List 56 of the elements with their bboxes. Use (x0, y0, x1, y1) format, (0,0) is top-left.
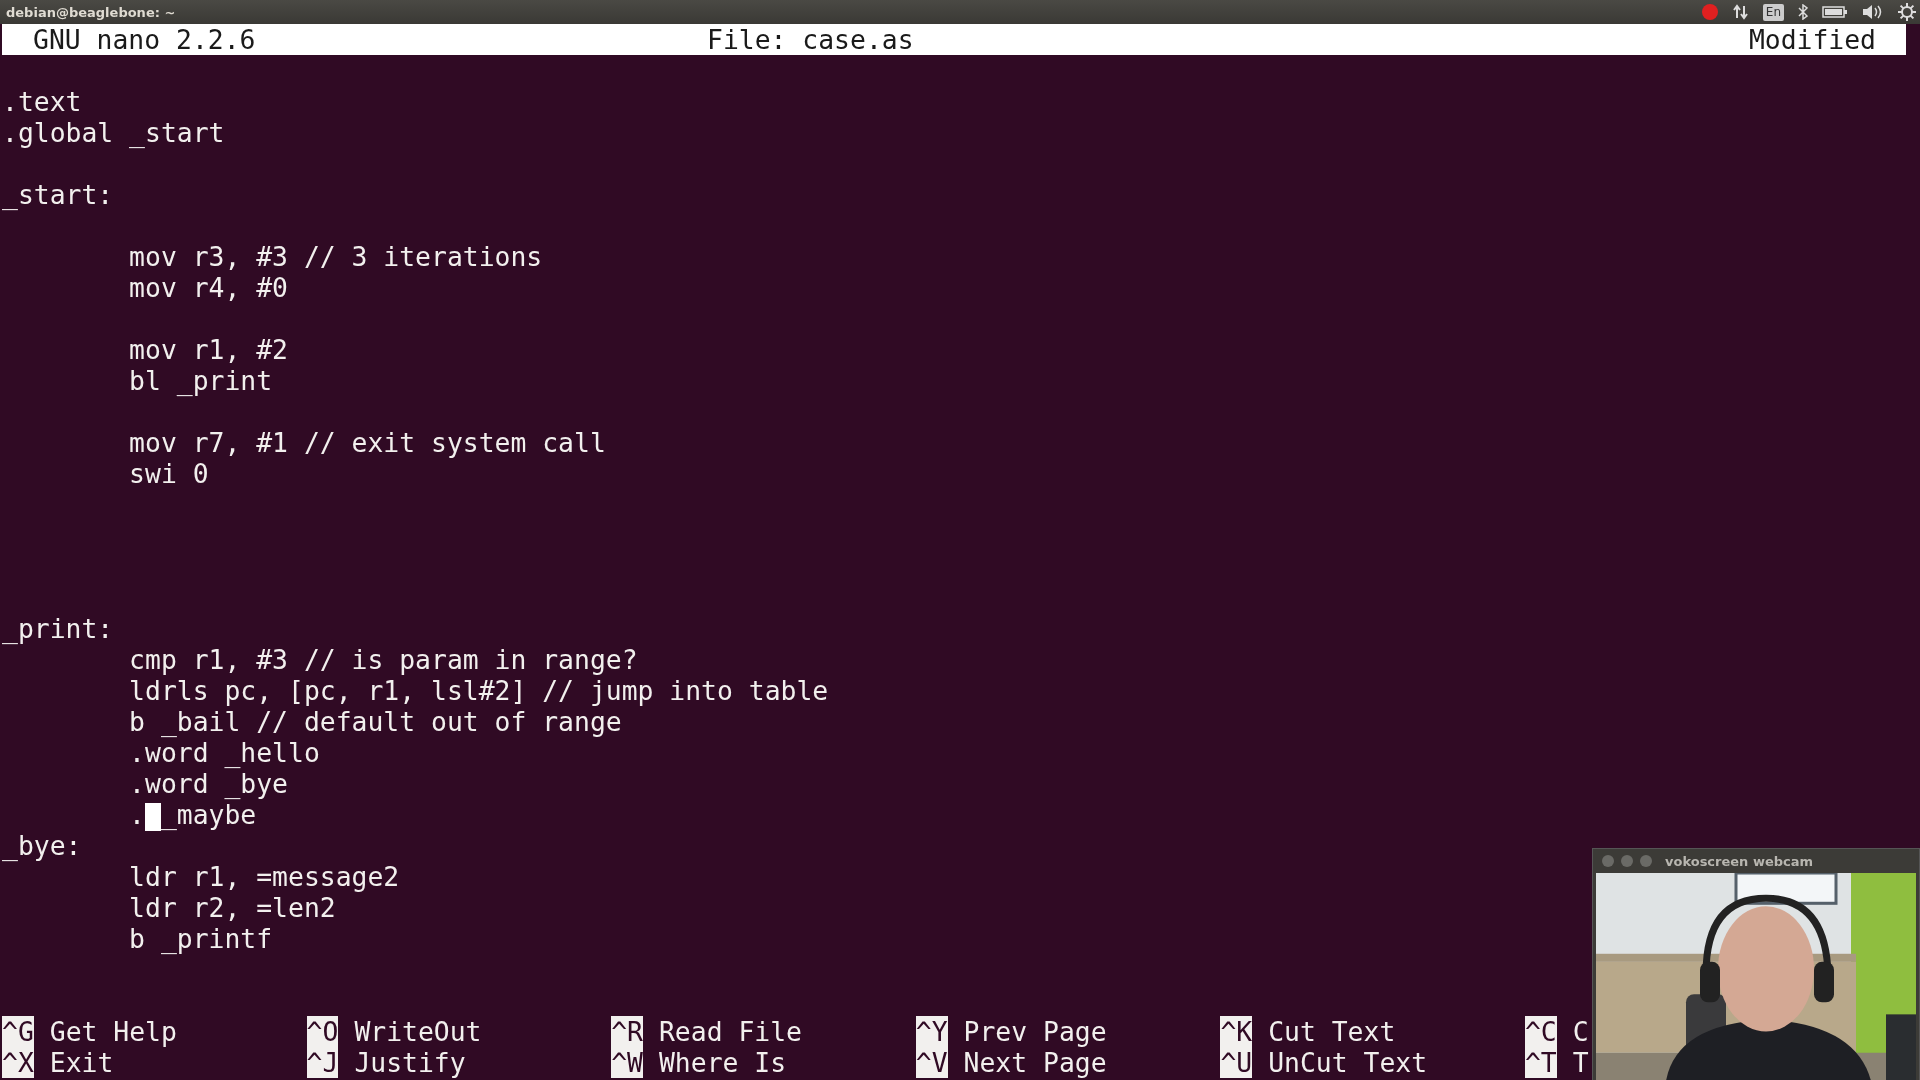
shortcut-label: Get Help (49, 1016, 177, 1047)
code-line: . _maybe (128, 799, 257, 830)
volume-icon[interactable] (1862, 4, 1884, 20)
shortcut-label: Justify (354, 1047, 466, 1078)
shortcut-key: ^O (306, 1016, 339, 1047)
shortcut-label: WriteOut (354, 1016, 482, 1047)
network-arrows-icon[interactable] (1732, 4, 1749, 20)
shortcut-key: ^Y (915, 1016, 948, 1047)
code-line: _bye: (2, 830, 82, 861)
code-line: _start: (2, 179, 114, 210)
shortcut-label: T (1572, 1047, 1589, 1078)
code-line: b _printf (128, 923, 273, 954)
shortcut-key: ^U (1220, 1047, 1253, 1078)
code-line: mov r7, #1 // exit system call (128, 427, 606, 458)
shortcut-label: Prev Page (963, 1016, 1107, 1047)
shortcut-key: ^K (1220, 1016, 1253, 1047)
battery-icon[interactable] (1822, 5, 1848, 19)
code-line: .global _start (2, 117, 225, 148)
shortcut-label: Next Page (963, 1047, 1107, 1078)
code-line: ldr r1, =message2 (128, 861, 400, 892)
window-title: debian@beaglebone: ~ (6, 4, 176, 20)
shortcut-key: ^G (2, 1016, 34, 1047)
code-line: .text (2, 86, 82, 117)
bluetooth-icon[interactable] (1798, 4, 1808, 20)
shortcut-label: C (1572, 1016, 1589, 1047)
shortcut-key: ^C (1524, 1016, 1557, 1047)
shortcut-label: Exit (49, 1047, 114, 1078)
code-line: mov r1, #2 (128, 334, 288, 365)
shortcut-key: ^V (915, 1047, 948, 1078)
shortcut-label: Where Is (658, 1047, 787, 1078)
code-line: mov r3, #3 // 3 iterations (128, 241, 543, 272)
code-line: .word _bye (128, 768, 288, 799)
editor-version: GNU nano 2.2.6 (33, 24, 256, 55)
code-line: ldr r2, =len2 (128, 892, 336, 923)
code-line: .word _hello (128, 737, 320, 768)
settings-icon[interactable] (1898, 3, 1916, 21)
shortcut-label: UnCut Text (1268, 1047, 1428, 1078)
text-cursor (145, 802, 161, 831)
shortcut-key: ^R (611, 1016, 643, 1047)
file-name: File: case.as (707, 24, 914, 55)
webcam-title: vokoscreen webcam (1665, 853, 1814, 869)
code-line: bl _print (128, 365, 273, 396)
code-line: ldrls pc, [pc, r1, lsl#2] // jump into table (128, 675, 829, 706)
code-line: swi 0 (128, 458, 209, 489)
shortcut-label: Cut Text (1268, 1016, 1396, 1047)
shortcut-label: Read File (658, 1016, 802, 1047)
keyboard-layout-indicator[interactable]: En (1762, 3, 1784, 21)
shortcut-key: ^W (611, 1047, 643, 1078)
code-line: _print: (2, 613, 114, 644)
code-line: mov r4, #0 (128, 272, 288, 303)
code-line: b _bail // default out of range (128, 706, 622, 737)
modified-status: Modified (1748, 24, 1876, 55)
shortcut-key: ^X (2, 1047, 34, 1078)
code-line: cmp r1, #3 // is param in range? (128, 644, 638, 675)
shortcut-key: ^J (306, 1047, 339, 1078)
shortcut-key: ^T (1524, 1047, 1557, 1078)
